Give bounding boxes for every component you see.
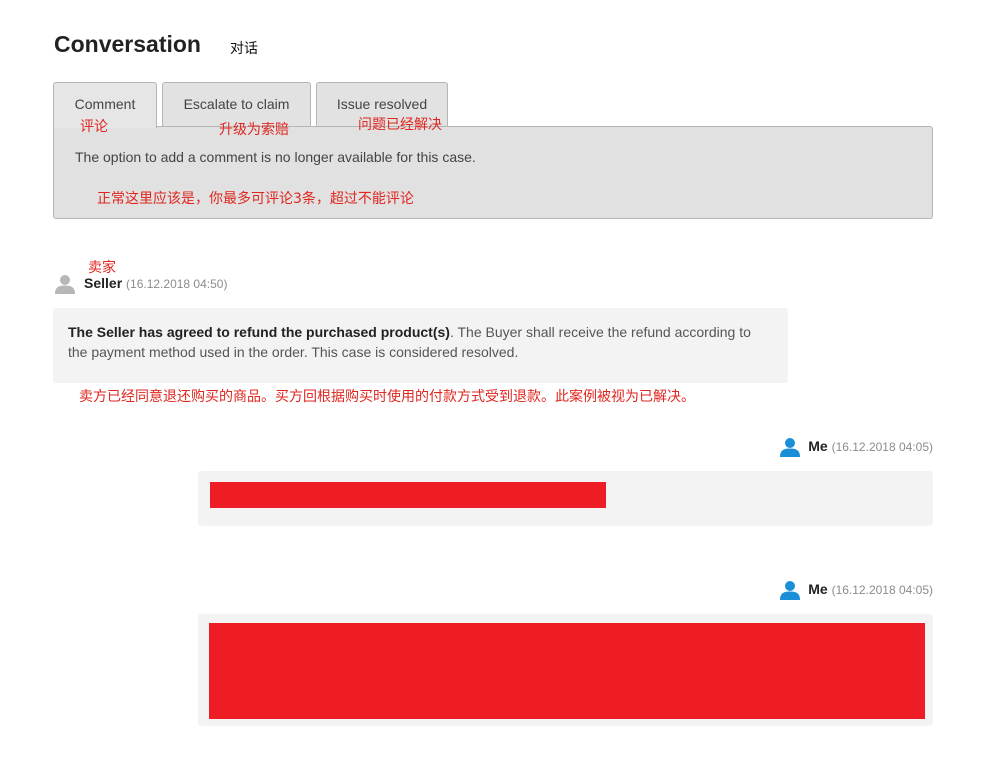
user-icon (780, 581, 800, 600)
tab-comment-annotation: 评论 (80, 119, 108, 135)
message-timestamp: (16.12.2018 04:50) (126, 277, 228, 291)
seller-annotation: 卖家 (88, 260, 116, 276)
comment-unavailable-text: The option to add a comment is no longer… (75, 149, 476, 165)
comment-panel: The option to add a comment is no longer… (53, 126, 933, 219)
message-timestamp: (16.12.2018 04:05) (831, 440, 933, 454)
user-icon (55, 275, 75, 294)
user-icon (780, 438, 800, 457)
page-title-annotation: 对话 (230, 41, 258, 57)
tab-issue-resolved-label: Issue resolved (336, 96, 428, 112)
me-author: Me (16.12.2018 04:05) (808, 581, 933, 597)
me-avatar (780, 580, 800, 605)
tab-escalate-label: Escalate to claim (183, 96, 290, 112)
seller-message-text: The Seller has agreed to refund the purc… (68, 322, 773, 362)
seller-avatar (55, 274, 75, 299)
panel-annotation: 正常这里应该是，你最多可评论3条，超过不能评论 (97, 191, 414, 207)
me-avatar (780, 437, 800, 462)
redacted-content (209, 623, 925, 719)
seller-message-bubble: The Seller has agreed to refund the purc… (53, 308, 788, 383)
tab-resolved-annotation: 问题已经解决 (358, 117, 442, 133)
author-name: Me (808, 438, 828, 454)
tab-comment-label: Comment (74, 96, 136, 112)
author-name: Seller (84, 275, 123, 291)
seller-author: Seller (16.12.2018 04:50) (84, 275, 227, 291)
seller-message-bold: The Seller has agreed to refund the purc… (68, 324, 450, 340)
me-author: Me (16.12.2018 04:05) (808, 438, 933, 454)
redacted-content (210, 482, 606, 508)
tab-escalate-annotation: 升级为索赔 (219, 122, 289, 138)
author-name: Me (808, 581, 828, 597)
message-timestamp: (16.12.2018 04:05) (831, 583, 933, 597)
page-title: Conversation (54, 31, 201, 57)
seller-message-annotation: 卖方已经同意退还购买的商品。买方回根据购买时使用的付款方式受到退款。此案例被视为… (79, 389, 695, 405)
